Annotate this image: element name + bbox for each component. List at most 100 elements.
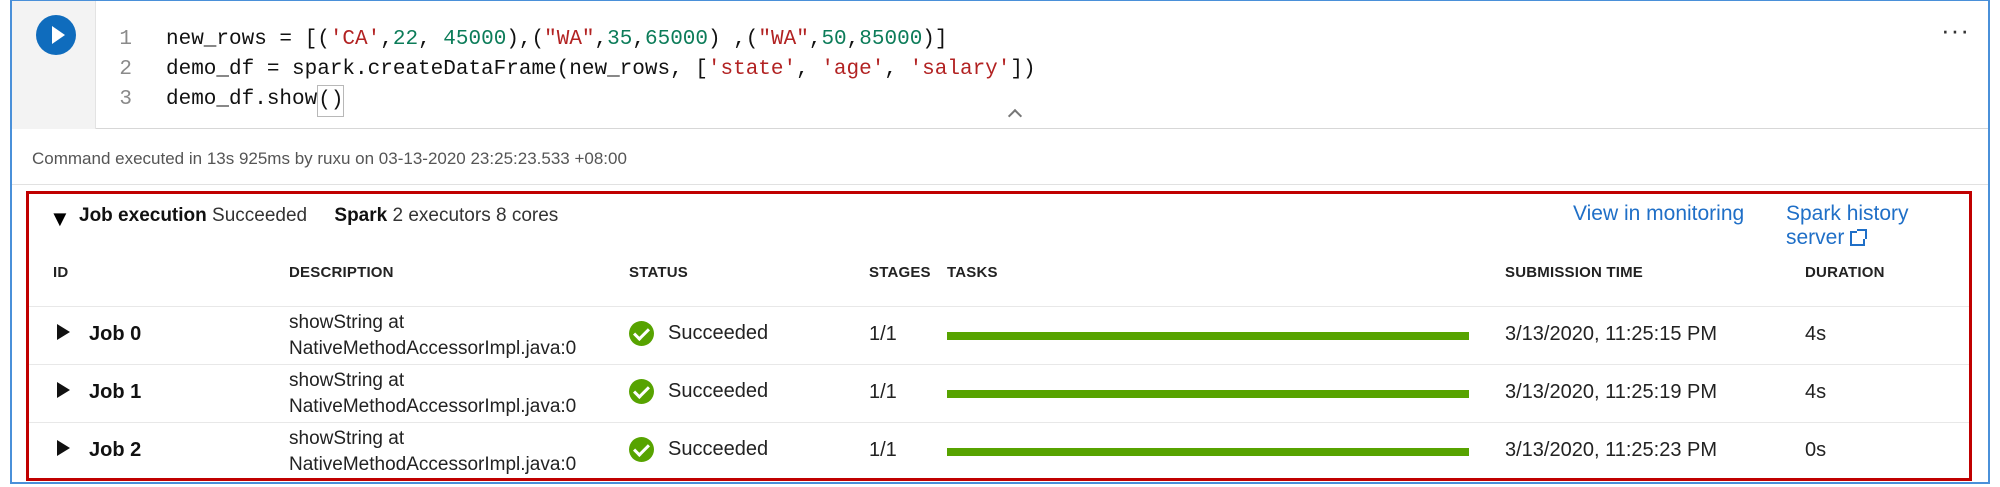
code-token: , [796,58,822,81]
code-token: 'CA' [329,28,381,51]
header-tasks: TASKS [947,264,998,281]
job-status: Succeeded [629,321,768,346]
code-lines[interactable]: 1 new_rows = [('CA', 22, 45000),("WA", 35, 6… [96,25,1036,117]
job-duration: 4s [1805,381,1827,403]
tasks-progress-fill [947,448,1469,456]
job-description-line: showString at [289,312,405,333]
job-status-label: Succeeded [668,322,769,344]
expand-triangle-icon[interactable] [57,382,70,398]
code-token: 45000 [443,28,507,51]
job-submission-time: 3/13/2020, 11:25:15 PM [1505,323,1718,345]
job-row[interactable]: Job 1 showString at NativeMethodAccessorIm… [29,364,1969,422]
notebook-cell[interactable]: 1 new_rows = [('CA', 22, 45000),("WA", 35, 6… [10,0,1990,484]
spark-label: Spark [334,205,388,226]
run-cell-button[interactable] [36,15,76,55]
job-stages: 1/1 [869,323,897,345]
header-duration: DURATION [1805,264,1885,281]
success-check-icon [629,321,654,346]
job-description: showString at NativeMethodAccessorImpl.ja… [289,310,576,362]
execution-summary: Command executed in 13s 925ms by ruxu on… [32,149,627,168]
job-submission-time: 3/13/2020, 11:25:23 PM [1505,439,1718,461]
job-description: showString at NativeMethodAccessorImpl.ja… [289,368,576,420]
code-line[interactable]: 2 demo_df = spark.createDataFrame(new_row… [96,55,1036,85]
code-token: ),( [506,28,545,51]
job-duration: 4s [1805,323,1827,345]
code-token: ]) [1010,58,1036,81]
job-description-line: NativeMethodAccessorImpl.java:0 [289,338,577,359]
job-row[interactable]: Job 0 showString at NativeMethodAccessorIm… [29,306,1969,364]
code-token: 50 [821,28,847,51]
code-token: new_rows = [( [166,28,330,51]
tasks-progress-bar [947,448,1469,456]
line-number: 1 [119,28,132,51]
job-status: Succeeded [629,379,768,404]
code-token: "WA" [758,28,809,51]
header-description: DESCRIPTION [289,264,394,281]
code-token: , [380,28,393,51]
job-execution-label: Job execution [79,205,207,226]
job-id: Job 2 [89,439,142,461]
code-token: () [317,85,345,117]
job-duration: 0s [1805,439,1827,461]
header-status: STATUS [629,264,688,281]
code-token: 35 [607,28,633,51]
external-link-icon [1850,229,1868,246]
code-line[interactable]: 3 demo_df.show() [96,85,1036,117]
spark-history-server-link[interactable]: Spark history server [1786,202,1969,250]
job-id: Job 1 [89,381,142,403]
job-description-line: showString at [289,428,405,449]
job-description-line: NativeMethodAccessorImpl.java:0 [289,396,577,417]
spark-history-server-label: Spark history server [1786,202,1909,249]
job-execution-status: Succeeded [212,205,308,226]
view-in-monitoring-link[interactable]: View in monitoring [1573,202,1744,226]
code-token: "WA" [544,28,595,51]
code-token: )] [922,28,948,51]
success-check-icon [629,437,654,462]
line-number: 3 [119,88,132,111]
tasks-progress-bar [947,390,1469,398]
expand-triangle-icon[interactable] [57,324,70,340]
tasks-progress-bar [947,332,1469,340]
spark-detail: 2 executors 8 cores [392,205,559,226]
code-token: 85000 [859,28,923,51]
cell-gutter [12,1,96,129]
code-token: demo_df.show [166,88,318,111]
job-stages: 1/1 [869,381,897,403]
job-description: showString at NativeMethodAccessorImpl.ja… [289,426,576,478]
success-check-icon [629,379,654,404]
job-summary: Job execution Succeeded Spark 2 executor… [79,204,580,228]
code-token: ) ,( [708,28,759,51]
code-token: 'age' [821,58,885,81]
job-submission-time: 3/13/2020, 11:25:19 PM [1505,381,1718,403]
header-stages: STAGES [869,264,931,281]
job-execution-panel: ▼ Job execution Succeeded Spark 2 execut… [26,191,1972,481]
job-status-label: Succeeded [668,438,769,460]
code-token: , [594,28,608,51]
code-token: 'salary' [909,58,1011,81]
job-stages: 1/1 [869,439,897,461]
job-status: Succeeded [629,437,768,462]
code-token: , [418,28,444,51]
code-line[interactable]: 1 new_rows = [('CA', 22, 45000),("WA", 35, 6… [96,25,1036,55]
expand-triangle-icon[interactable] [57,440,70,456]
job-status-label: Succeeded [668,380,769,402]
more-options-button[interactable]: ··· [1941,15,1970,46]
code-token: 'state' [707,58,797,81]
header-submission-time: SUBMISSION TIME [1505,264,1644,281]
line-number: 2 [119,58,132,81]
code-token: , [632,28,645,51]
job-description-line: showString at [289,370,405,391]
job-id: Job 0 [89,323,142,345]
code-editor[interactable]: 1 new_rows = [('CA', 22, 45000),("WA", 35, 6… [12,1,1988,129]
header-id: ID [53,264,69,281]
code-token: 65000 [644,28,708,51]
job-row[interactable]: Job 2 showString at NativeMethodAccessorIm… [29,422,1969,480]
divider [12,184,1988,185]
tasks-progress-fill [947,332,1469,340]
code-token: demo_df = spark.createDataFrame(new_rows… [166,58,708,81]
code-token: 22 [392,28,419,51]
tasks-progress-fill [947,390,1469,398]
code-token: , [846,28,860,51]
job-description-line: NativeMethodAccessorImpl.java:0 [289,454,577,475]
collapse-triangle-icon[interactable]: ▼ [49,206,71,232]
